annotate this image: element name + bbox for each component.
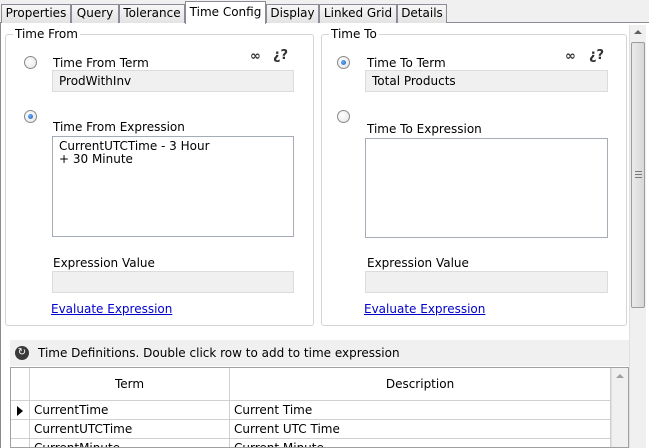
time-from-expr-value-label: Expression Value	[53, 256, 155, 270]
row-header[interactable]	[11, 420, 30, 439]
time-from-expression-label: Time From Expression	[53, 120, 185, 134]
time-to-expr-value-label: Expression Value	[367, 256, 469, 270]
table-cell-term[interactable]: CurrentTime	[30, 401, 230, 420]
table-cell-description[interactable]: Current Minute	[230, 439, 611, 447]
tab-display[interactable]: Display	[266, 4, 319, 23]
time-to-evaluate-link[interactable]: Evaluate Expression	[364, 302, 485, 316]
time-to-expression-radio[interactable]	[337, 110, 350, 123]
refresh-icon[interactable]: ↻	[15, 346, 29, 360]
grid-header: Term Description	[11, 368, 628, 401]
table-cell-description[interactable]: Current UTC Time	[230, 420, 611, 439]
time-from-term-field[interactable]: ProdWithInv	[52, 70, 294, 92]
main-scrollbar[interactable]	[629, 25, 646, 448]
grid-corner	[11, 368, 30, 401]
time-to-expression-label: Time To Expression	[367, 122, 482, 136]
row-header[interactable]	[11, 439, 30, 447]
grip-line	[635, 177, 642, 178]
unlink-icon[interactable]: ¿?	[273, 48, 288, 63]
row-header[interactable]	[11, 401, 30, 420]
time-from-expr-value-field	[52, 271, 294, 293]
time-to-legend: Time To	[329, 27, 379, 41]
tab-tolerance[interactable]: Tolerance	[119, 4, 185, 23]
tab-properties[interactable]: Properties	[1, 4, 71, 23]
time-from-legend: Time From	[13, 27, 80, 41]
current-row-arrow-icon	[17, 406, 23, 416]
time-to-term-label: Time To Term	[367, 56, 446, 70]
link-icon[interactable]: ∞	[250, 49, 261, 64]
scroll-up-icon[interactable]	[634, 30, 642, 34]
time-to-expression-input[interactable]	[365, 138, 608, 238]
time-from-expression-radio[interactable]	[24, 110, 37, 123]
grip-line	[635, 174, 642, 175]
time-definitions-caption: Time Definitions. Double click row to ad…	[38, 346, 400, 360]
time-from-evaluate-link[interactable]: Evaluate Expression	[51, 302, 172, 316]
time-to-expr-value-field	[365, 271, 608, 293]
time-to-term-field[interactable]: Total Products	[365, 70, 608, 92]
column-header-description[interactable]: Description	[230, 368, 611, 401]
tab-query[interactable]: Query	[71, 4, 119, 23]
grip-line	[635, 171, 642, 172]
link-icon[interactable]: ∞	[565, 49, 576, 64]
tab-linked-grid[interactable]: Linked Grid	[319, 4, 397, 23]
table-cell-description[interactable]: Current Time	[230, 401, 611, 420]
tab-details[interactable]: Details	[397, 4, 447, 23]
time-from-term-radio[interactable]	[24, 56, 37, 69]
time-from-term-label: Time From Term	[53, 56, 149, 70]
column-header-term[interactable]: Term	[30, 368, 230, 401]
tab-time-config[interactable]: Time Config	[185, 1, 266, 24]
time-definitions-grid: Term Description CurrentTime Current Tim…	[10, 367, 629, 448]
tab-bar: Properties Query Tolerance Time Config D…	[0, 0, 649, 24]
time-from-expression-input[interactable]: CurrentUTCTime - 3 Hour + 30 Minute	[52, 136, 294, 237]
scrollbar-thumb[interactable]	[631, 42, 645, 308]
time-to-term-radio[interactable]	[337, 56, 350, 69]
table-cell-term[interactable]: CurrentUTCTime	[30, 420, 230, 439]
unlink-icon[interactable]: ¿?	[589, 48, 604, 63]
time-definitions-bar: ↻ Time Definitions. Double click row to …	[10, 340, 630, 366]
grid-scrollbar[interactable]	[611, 368, 628, 447]
table-cell-term[interactable]: CurrentMinute	[30, 439, 230, 447]
scroll-up-icon[interactable]	[616, 374, 624, 378]
